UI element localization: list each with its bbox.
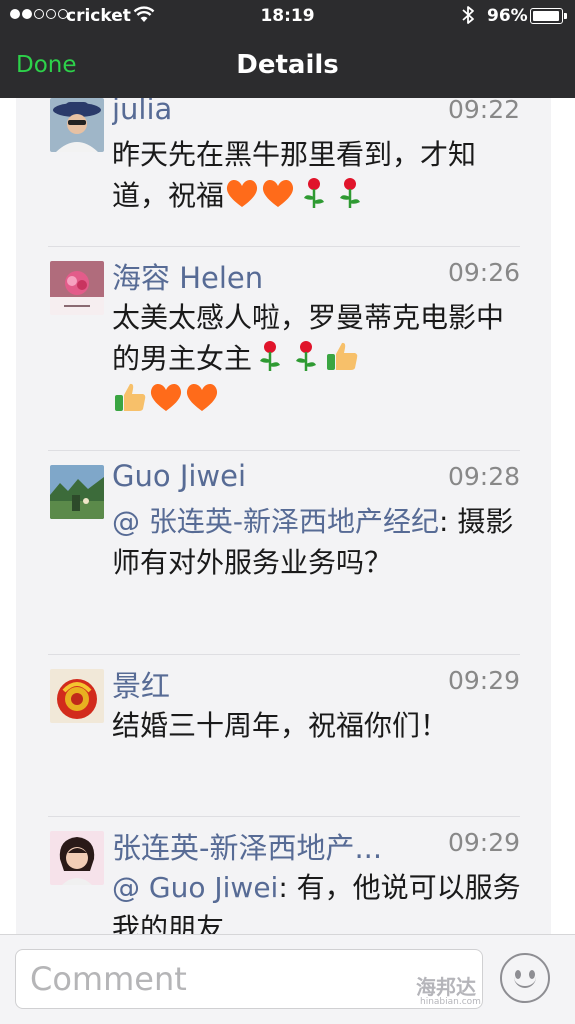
comment-text: 昨天先在黑牛那里看到，才知道，祝福 <box>112 138 477 212</box>
commenter-name[interactable]: Guo Jiwei <box>112 459 246 493</box>
status-bar: cricket 18:19 96% <box>0 0 575 34</box>
comment-item[interactable]: 张连英-新泽西地产... 09:29 @ Guo Jiwei: 有，他说可以服务… <box>48 828 521 934</box>
comment-time: 09:22 <box>447 98 520 124</box>
thumbs-up-emoji-icon <box>112 383 148 416</box>
avatar[interactable] <box>50 98 104 152</box>
battery-percent: 96% <box>487 6 528 26</box>
page-title: Details <box>236 50 339 80</box>
comment-time: 09:28 <box>447 462 520 491</box>
comment-divider <box>48 246 520 247</box>
comment-divider <box>48 654 520 655</box>
comment-divider <box>48 816 520 817</box>
rose-emoji-icon <box>296 178 332 212</box>
comment-item[interactable]: julia 09:22 昨天先在黑牛那里看到，才知道，祝福 <box>48 98 520 238</box>
mention-link[interactable]: @ Guo Jiwei <box>112 871 278 904</box>
top-bar: cricket 18:19 96% Done Details <box>0 0 575 98</box>
heart-emoji-icon <box>148 383 184 416</box>
comment-text: @ Guo Jiwei: 有，他说可以服务我的朋友 <box>112 871 521 934</box>
avatar[interactable] <box>50 669 104 723</box>
avatar[interactable] <box>50 831 104 885</box>
watermark-subtext: hinabian.com <box>420 997 481 1007</box>
heart-emoji-icon <box>224 179 260 212</box>
comment-divider <box>48 450 520 451</box>
comment-item[interactable]: 景红 09:29 结婚三十周年，祝福你们！ <box>48 666 520 809</box>
rose-emoji-icon <box>332 178 368 212</box>
emoji-picker-button[interactable] <box>500 953 550 1003</box>
comment-text: 太美太感人啦，罗曼蒂克电影中的男主女主 <box>112 297 522 420</box>
comment-time: 09:29 <box>447 828 520 857</box>
rose-emoji-icon <box>288 341 324 375</box>
commenter-name[interactable]: 张连英-新泽西地产... <box>112 825 382 867</box>
commenter-name[interactable]: 景红 <box>112 663 170 705</box>
comments-scroll-area[interactable]: julia 09:22 昨天先在黑牛那里看到，才知道，祝福 海容 Helen 0… <box>0 98 575 934</box>
comment-time: 09:29 <box>447 666 520 695</box>
avatar[interactable] <box>50 261 104 315</box>
mention-link[interactable]: @ 张连英-新泽西地产经纪 <box>112 505 439 538</box>
battery-fill <box>533 11 559 21</box>
comment-text: 结婚三十周年，祝福你们！ <box>112 709 449 742</box>
bluetooth-icon <box>462 6 474 24</box>
battery-icon <box>530 8 567 24</box>
comment-time: 09:26 <box>447 258 520 287</box>
comment-input[interactable] <box>15 949 483 1009</box>
watermark-text: 海邦达 <box>416 975 476 999</box>
comment-text: @ 张连英-新泽西地产经纪: 摄影师有对外服务业务吗？ <box>112 505 514 579</box>
rose-emoji-icon <box>252 341 288 375</box>
comment-item[interactable]: Guo Jiwei 09:28 @ 张连英-新泽西地产经纪: 摄影师有对外服务业… <box>48 459 520 645</box>
avatar[interactable] <box>50 465 104 519</box>
thumbs-up-emoji-icon <box>324 342 360 375</box>
commenter-name[interactable]: julia <box>112 98 172 126</box>
heart-emoji-icon <box>260 179 296 212</box>
comment-composer: 海邦达 hinabian.com <box>0 934 575 1024</box>
comment-item[interactable]: 海容 Helen 09:26 太美太感人啦，罗曼蒂克电影中的男主女主 <box>48 258 522 441</box>
heart-emoji-icon <box>184 383 220 416</box>
smiley-mouth <box>514 977 536 988</box>
commenter-name[interactable]: 海容 Helen <box>112 255 263 297</box>
